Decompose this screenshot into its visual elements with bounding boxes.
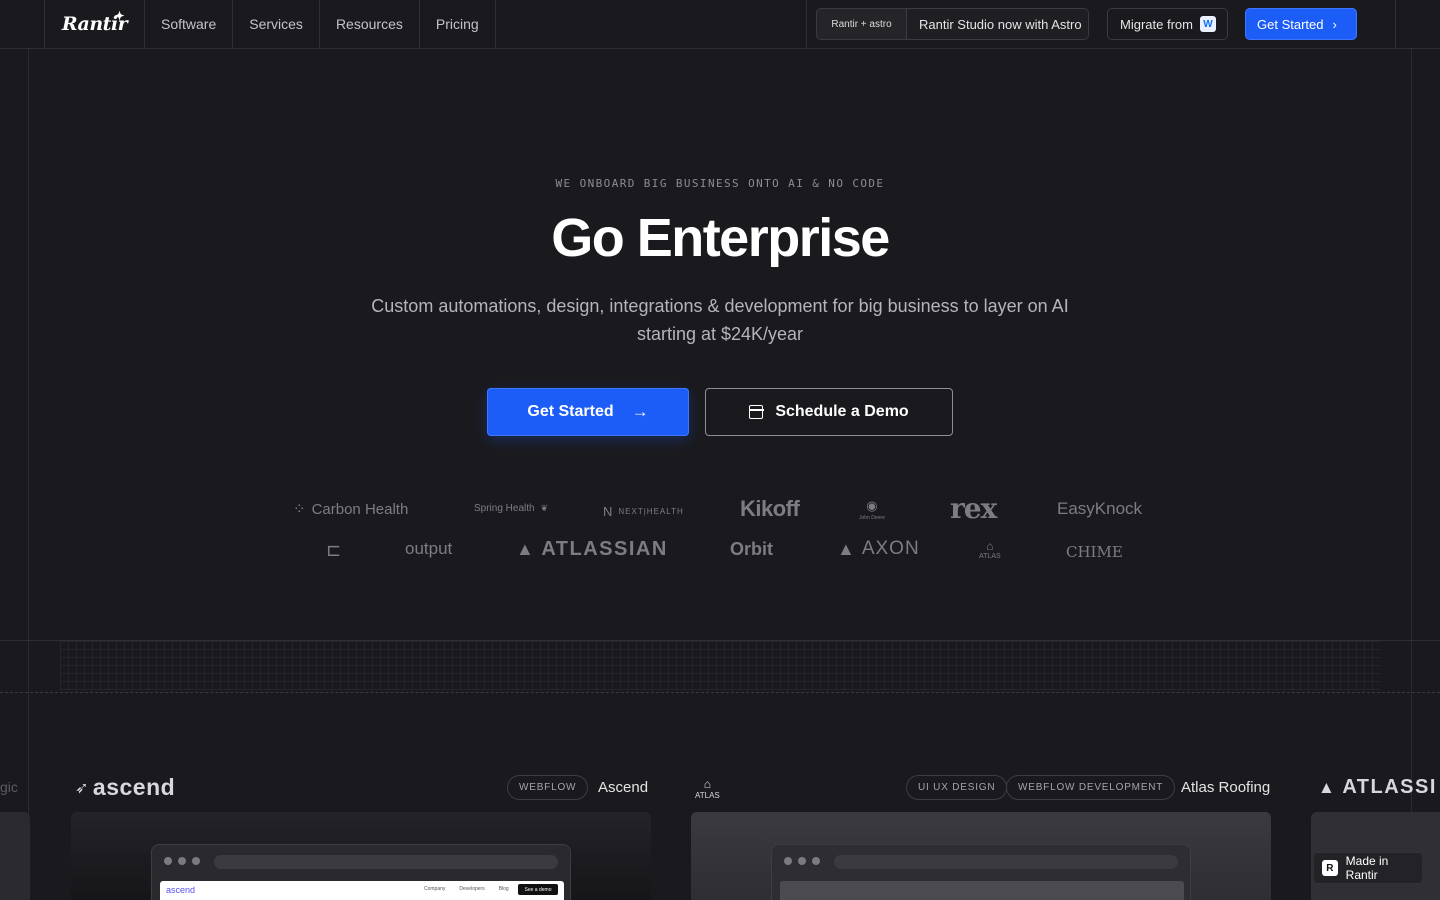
logo-john-deere: ◉ John Deere <box>859 498 885 521</box>
grid-pattern <box>60 641 1380 691</box>
logo-easyknock: EasyKnock <box>1057 499 1143 518</box>
logo-kikoff: Kikoff <box>740 496 800 521</box>
migrate-label: Migrate from <box>1120 16 1193 32</box>
logo-next-health: N NEXT|HEALTH <box>603 504 684 519</box>
nav-cta-label: Get Started <box>1257 16 1324 32</box>
logo-label: ATLASSIAN <box>541 538 668 560</box>
browser-mockup: ascend Company Developers Blog See a dem… <box>151 844 571 900</box>
logo-spring-health: Spring Health ❦ <box>474 503 548 514</box>
logo-orbit: Orbit <box>730 539 773 559</box>
logo-label: ATLAS <box>979 553 1001 560</box>
nav-get-started-button[interactable]: Get Started › <box>1245 8 1357 40</box>
announcement-text: Rantir Studio now with Astro <box>919 16 1082 32</box>
top-navigation: Rantir ✦ Software Services Resources Pri… <box>0 0 1440 49</box>
logo-label: John Deere <box>859 515 885 521</box>
logo-rex: rex <box>950 492 997 525</box>
schedule-demo-button[interactable]: Schedule a Demo <box>705 388 953 436</box>
url-bar <box>834 855 1178 869</box>
globe-icon: ⌂ <box>986 539 994 553</box>
case-card-atlas[interactable] <box>691 812 1271 900</box>
mini-site-preview <box>780 881 1184 900</box>
window-controls <box>164 857 200 865</box>
webflow-icon: W <box>1199 16 1216 32</box>
mini-nav-item: Company <box>424 886 446 892</box>
browser-mockup <box>771 844 1191 900</box>
mini-nav-item: Developers <box>459 886 485 892</box>
case-brand-atlassian: ▲ ATLASSI <box>1318 776 1437 799</box>
atlassian-icon: ▲ <box>516 539 536 559</box>
made-in-label: Made in Rantir <box>1345 854 1389 882</box>
logo-label: Carbon Health <box>311 500 409 518</box>
globe-icon: ⌂ <box>703 777 711 791</box>
dotted-circle-icon: ⁘ <box>293 501 306 518</box>
nav-link-pricing[interactable]: Pricing <box>420 0 496 48</box>
logo-label: AXON <box>861 538 920 559</box>
announcement-pill[interactable]: Rantir + astro Rantir Studio now with As… <box>816 8 1089 40</box>
nh-icon: N <box>603 504 613 519</box>
mini-demo-button: See a demo <box>518 884 558 895</box>
mini-nav-item: Blog <box>498 886 509 892</box>
hero-subtitle: Custom automations, design, integrations… <box>371 296 1069 344</box>
rantir-logo[interactable]: Rantir ✦ <box>45 0 145 48</box>
logo-carbon-health: ⁘ Carbon Health <box>293 500 409 519</box>
nav-link-services[interactable]: Services <box>233 0 320 48</box>
logo-bracket-mark: ⊏ <box>326 540 347 561</box>
made-in-rantir-badge[interactable]: R Made in Rantir <box>1313 852 1423 884</box>
mini-site-preview: ascend Company Developers Blog See a dem… <box>160 881 564 900</box>
atlassian-icon: ▲ <box>1318 777 1337 797</box>
section-divider-dashed <box>0 692 1440 693</box>
logo-axon: ▲ AXON <box>837 538 920 560</box>
announcement-badge: Rantir + astro <box>817 9 907 39</box>
calendar-icon <box>748 405 764 419</box>
logo-label: Spring Health <box>474 503 535 514</box>
swoosh-icon: ➶ <box>75 779 89 797</box>
axon-icon: ▲ <box>837 538 856 559</box>
nav-left-group: Rantir ✦ Software Services Resources Pri… <box>44 0 496 48</box>
tag-webflow-development[interactable]: WEBFLOW DEVELOPMENT <box>1006 775 1176 800</box>
logo-label: NEXT|HEALTH <box>618 507 684 516</box>
case-name-ascend[interactable]: Ascend <box>598 779 648 796</box>
get-started-button[interactable]: Get Started → <box>487 388 689 436</box>
mini-logo: ascend <box>166 885 196 895</box>
case-card-edge <box>0 812 30 900</box>
rantir-icon: R <box>1322 860 1338 876</box>
tag-webflow[interactable]: WEBFLOW <box>507 775 589 800</box>
hero-eyebrow: WE ONBOARD BIG BUSINESS ONTO AI & NO COD… <box>555 177 885 190</box>
case-brand-ascend: ➶ ascend <box>75 774 175 801</box>
arrow-right-icon: → <box>631 402 649 421</box>
nav-link-software[interactable]: Software <box>145 0 234 48</box>
case-name-atlas-roofing[interactable]: Atlas Roofing <box>1181 779 1270 796</box>
hero-title: Go Enterprise <box>551 208 890 268</box>
case-card-ascend[interactable]: ascend Company Developers Blog See a dem… <box>71 812 651 900</box>
logo-chime: CHIME <box>1066 543 1123 561</box>
logo-atlassian: ▲ ATLASSIAN <box>516 538 668 561</box>
tag-ui-ux-design[interactable]: UI UX DESIGN <box>906 775 1008 800</box>
case-brand-atlas: ⌂ ATLAS <box>695 777 720 800</box>
star-icon: ✦ <box>114 9 124 23</box>
migrate-button[interactable]: Migrate from W <box>1107 8 1228 40</box>
mini-nav: Company Developers Blog <box>424 886 509 892</box>
case-brand-label: ATLAS <box>695 791 720 800</box>
chevron-right-icon: › <box>1332 16 1337 32</box>
case-brand-label: ATLASSI <box>1342 776 1437 798</box>
case-brand-label: ascend <box>92 774 176 800</box>
nav-right-group: Rantir + astro Rantir Studio now with As… <box>806 0 1396 48</box>
url-bar <box>214 855 558 869</box>
schedule-demo-label: Schedule a Demo <box>775 403 909 420</box>
bracket-icon: ⊏ <box>326 540 342 560</box>
window-controls <box>784 857 820 865</box>
get-started-label: Get Started <box>527 403 614 420</box>
nav-link-resources[interactable]: Resources <box>320 0 420 48</box>
deer-icon: ◉ <box>866 498 878 513</box>
leaf-icon: ❦ <box>540 503 549 513</box>
case-edge-text: gic <box>0 779 18 795</box>
logo-output: output <box>405 539 453 558</box>
logo-atlas: ⌂ ATLAS <box>979 539 1001 560</box>
